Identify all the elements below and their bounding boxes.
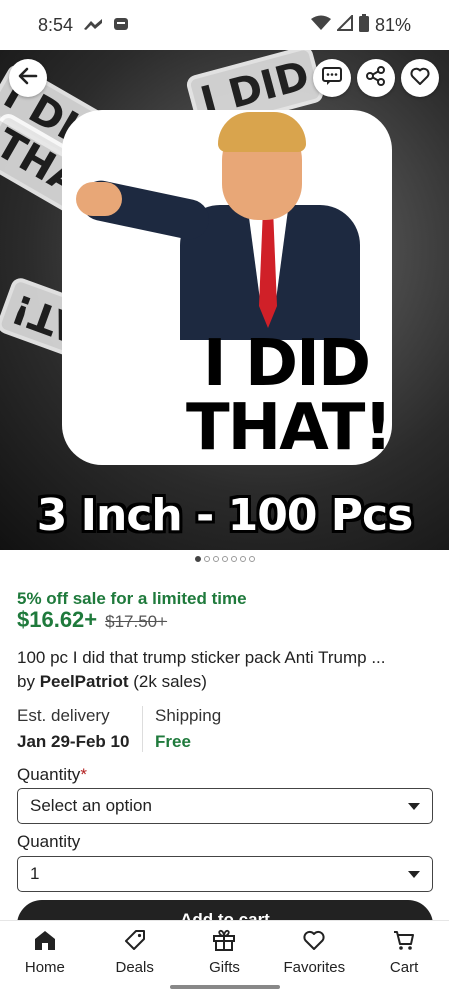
nav-favorites-label: Favorites [283, 959, 346, 976]
battery-percent: 81% [374, 14, 411, 35]
message-icon [321, 65, 343, 92]
seller-sales: (2k sales) [133, 672, 207, 691]
chevron-down-icon [408, 802, 420, 810]
gesture-bar[interactable] [170, 985, 280, 989]
app-notification-icon [83, 15, 103, 36]
status-right: 81% [310, 13, 411, 37]
tag-icon [123, 929, 147, 955]
sticker-slogan: I DID THAT! [186, 327, 393, 465]
carousel-indicator[interactable] [0, 556, 449, 562]
favorite-button[interactable] [401, 59, 439, 97]
product-image-carousel[interactable]: I DID THAT! I DID THAT! I DID THAT! 3 In… [0, 50, 449, 550]
carousel-dot[interactable] [221, 556, 228, 562]
share-icon [365, 65, 387, 92]
slogan-line-2: THAT! [186, 391, 393, 465]
option-label: Quantity* [17, 765, 87, 785]
divider [142, 706, 143, 752]
carousel-dot[interactable] [194, 556, 201, 562]
carousel-dot[interactable] [248, 556, 255, 562]
shipping-label: Shipping [155, 706, 222, 725]
quantity-select[interactable]: 1 [17, 856, 433, 892]
quantity-select-value: 1 [30, 864, 40, 883]
seller-name-link[interactable]: PeelPatriot [40, 672, 129, 691]
wifi-icon [310, 15, 331, 36]
nav-favorites[interactable]: Favorites [274, 929, 354, 1000]
required-mark: * [80, 765, 87, 784]
slogan-line-1: I DID [202, 327, 371, 401]
nav-gifts-label: Gifts [209, 959, 240, 976]
nav-deals[interactable]: Deals [95, 929, 175, 1000]
status-left: 8:54 [38, 15, 129, 36]
back-button[interactable] [9, 59, 47, 97]
delivery-dates: Jan 29-Feb 10 [17, 732, 130, 751]
sale-price: $16.62+ [17, 607, 98, 632]
carousel-dot[interactable] [203, 556, 210, 562]
heart-icon [409, 65, 431, 92]
quantity-label: Quantity [17, 832, 81, 851]
option-select-value: Select an option [30, 796, 152, 815]
shipping-cost: Free [155, 732, 191, 751]
share-button[interactable] [357, 59, 395, 97]
option-select[interactable]: Select an option [17, 788, 433, 824]
message-notification-icon [113, 15, 129, 36]
carousel-dot[interactable] [212, 556, 219, 562]
arrow-left-icon [17, 65, 39, 92]
home-icon [33, 929, 57, 955]
delivery-info: Est. delivery Jan 29-Feb 10 [17, 706, 142, 752]
message-seller-button[interactable] [313, 59, 351, 97]
chevron-down-icon [408, 870, 420, 878]
nav-home-label: Home [24, 959, 65, 976]
gift-icon [212, 929, 236, 955]
cart-icon [392, 929, 416, 955]
heart-icon [302, 929, 326, 955]
sale-text: 5% off sale for a limited time [17, 589, 247, 608]
nav-deals-label: Deals [115, 959, 154, 976]
figure-pointing-hand [76, 182, 122, 216]
shipping-info: Shipping Free [155, 706, 221, 752]
signal-icon [335, 13, 353, 36]
figure-hair [218, 112, 306, 152]
original-price: $17.50+ [105, 612, 168, 631]
delivery-label: Est. delivery [17, 706, 110, 725]
status-bar: 8:54 81% [0, 0, 449, 50]
by-label: by [17, 672, 35, 691]
battery-icon [358, 13, 369, 37]
nav-gifts[interactable]: Gifts [184, 929, 264, 1000]
nav-cart[interactable]: Cart [364, 929, 444, 1000]
price-row: $16.62+ $17.50+ [17, 607, 167, 633]
nav-cart-label: Cart [389, 959, 419, 976]
seller-byline: by PeelPatriot (2k sales) [17, 672, 207, 692]
carousel-dot[interactable] [230, 556, 237, 562]
option-label-text: Quantity [17, 765, 81, 784]
image-caption: 3 Inch - 100 Pcs [36, 490, 414, 541]
nav-home[interactable]: Home [5, 929, 85, 1000]
carousel-dot[interactable] [239, 556, 246, 562]
status-time: 8:54 [38, 14, 74, 35]
product-title[interactable]: 100 pc I did that trump sticker pack Ant… [17, 648, 437, 668]
